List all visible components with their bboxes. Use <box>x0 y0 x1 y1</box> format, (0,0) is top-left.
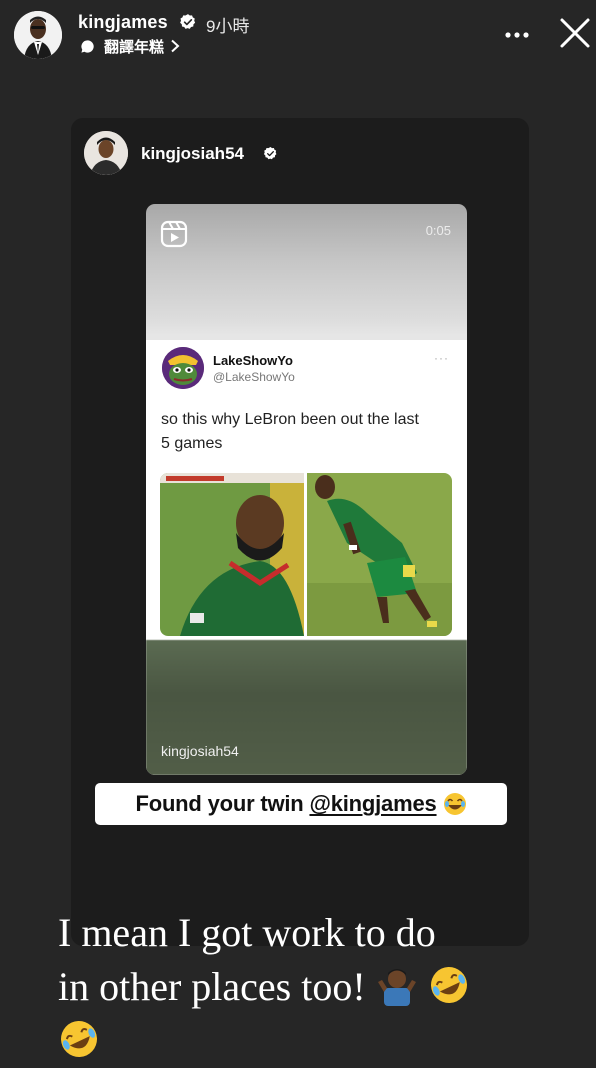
tweet-text-line: 5 games <box>161 435 223 452</box>
reel-author: kingjosiah54 <box>161 743 239 759</box>
reel-preview[interactable]: 0:05 LakeShowYo @LakeShowYo ··· so this … <box>146 204 467 775</box>
rofl-emoji-icon <box>430 967 467 1003</box>
verified-badge-icon <box>180 14 196 29</box>
chevron-right-icon <box>171 39 180 53</box>
shared-user-avatar[interactable] <box>84 131 128 175</box>
shrug-emoji-icon <box>377 969 416 1006</box>
tweet-text-line: so this why LeBron been out the last <box>161 411 419 428</box>
avatar-photo <box>14 11 62 59</box>
tweet-image-right <box>307 473 452 636</box>
story-caption: I mean I got work to do in other places … <box>58 906 578 1068</box>
pepe-avatar-image <box>162 347 204 389</box>
rofl-emoji-icon <box>61 1021 97 1057</box>
shared-username[interactable]: kingjosiah54 <box>141 144 244 164</box>
translate-link[interactable]: 翻譯年糕 <box>80 36 180 56</box>
tweet-display-name: LakeShowYo <box>213 353 293 368</box>
shared-avatar-photo <box>84 131 128 175</box>
tweet-avatar <box>162 347 204 389</box>
tweet-screenshot: LakeShowYo @LakeShowYo ··· so this why L… <box>146 340 467 640</box>
profile-avatar[interactable] <box>14 11 62 59</box>
story-username[interactable]: kingjames <box>78 12 168 33</box>
tweet-handle: @LakeShowYo <box>213 370 295 384</box>
tweet-text: so this why LeBron been out the last 5 g… <box>161 408 461 456</box>
reels-icon <box>160 220 188 248</box>
translate-label: 翻譯年糕 <box>104 38 165 56</box>
mention-link[interactable]: @kingjames <box>309 791 436 816</box>
more-icon[interactable] <box>500 20 534 50</box>
caption-line: in other places too! <box>58 960 578 1014</box>
caption-sticker: Found your twin @kingjames <box>95 783 507 825</box>
close-icon[interactable] <box>558 16 592 50</box>
sticker-text: Found your twin @kingjames <box>135 791 436 817</box>
story-timestamp: 9小時 <box>206 17 250 36</box>
tweet-image-left <box>160 473 304 636</box>
caption-line-text: I mean I got work to do <box>58 910 436 955</box>
reel-duration: 0:05 <box>425 223 451 238</box>
laughing-emoji-icon <box>443 793 466 815</box>
caption-line-text: in other places too! <box>58 964 366 1009</box>
caption-line: I mean I got work to do <box>58 906 578 960</box>
sticker-text-prefix: Found your twin <box>135 791 310 816</box>
verified-badge-icon <box>263 146 277 160</box>
tweet-more-icon: ··· <box>434 351 449 365</box>
translate-bubble-icon <box>81 39 94 53</box>
